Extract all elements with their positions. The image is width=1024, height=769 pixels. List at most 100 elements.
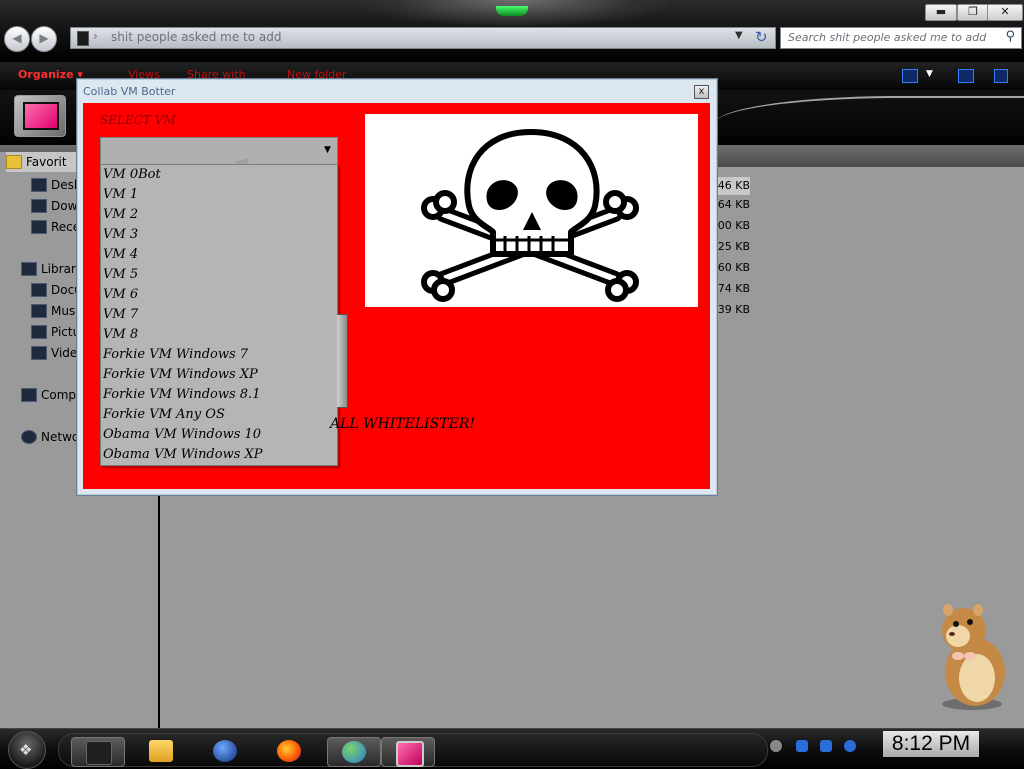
windows-logo-icon: ❖ — [19, 741, 33, 759]
file-size: 46 KB — [716, 177, 750, 195]
vm-option[interactable]: VM 3 — [103, 225, 138, 245]
hamster-gadget[interactable] — [930, 600, 1010, 712]
vm-option[interactable]: Forkie VM Windows 8.1 — [103, 385, 260, 405]
nav-label: Netwo — [41, 430, 80, 444]
nav-label: Comp — [41, 388, 77, 402]
vm-option[interactable]: Forkie VM Windows XP — [103, 365, 258, 385]
chevron-down-icon[interactable]: ▼ — [926, 69, 933, 79]
star-icon — [6, 155, 22, 169]
vm-option[interactable]: VM 1 — [103, 185, 138, 205]
vm-option[interactable]: VM 0Bot — [103, 165, 161, 185]
notification-area — [770, 737, 880, 759]
vm-option-list: VM 0Bot VM 1 VM 2 VM 3 VM 4 VM 5 VM 6 VM… — [100, 164, 338, 466]
help-icon[interactable] — [994, 69, 1008, 83]
chevron-right-icon[interactable]: › — [93, 29, 98, 43]
hamster-icon — [942, 604, 1005, 710]
taskbar-globe-button[interactable] — [199, 737, 251, 765]
address-path[interactable]: shit people asked me to add — [111, 30, 281, 44]
title-bar-indicator — [496, 6, 528, 16]
vm-option[interactable]: VM 6 — [103, 285, 138, 305]
whitelister-label: ALL WHITELISTER! — [330, 416, 475, 432]
vm-option[interactable]: Obama VM Windows 10 — [103, 425, 261, 445]
computer-icon — [21, 388, 37, 402]
vm-option[interactable]: VM 5 — [103, 265, 138, 285]
messenger-icon — [342, 741, 366, 763]
taskbar-firefox-button[interactable] — [263, 737, 315, 765]
dialog-body: SELECT VM ▼ ➤ VM 0Bot VM 1 VM 2 VM 3 VM … — [83, 103, 710, 489]
obscured-button[interactable] — [337, 314, 348, 408]
network-status-icon[interactable] — [796, 740, 808, 752]
taskbar-media-player-button[interactable] — [135, 737, 187, 765]
explorer-icon — [86, 741, 112, 765]
nav-label: Librari — [41, 262, 80, 276]
file-size: 64 KB — [717, 198, 750, 211]
back-button[interactable]: ◀ — [4, 26, 30, 52]
videos-icon — [31, 346, 47, 360]
taskbar-explorer-button[interactable] — [71, 737, 125, 767]
display-icon[interactable] — [820, 740, 832, 752]
taskbar-collab-vm-botter-button[interactable] — [381, 737, 435, 767]
search-icon[interactable]: ⚲ — [1005, 29, 1015, 44]
collab-vm-botter-window: Collab VM Botter x SELECT VM ▼ ➤ VM 0Bot… — [76, 78, 718, 496]
refresh-icon[interactable]: ↻ — [755, 28, 768, 46]
nav-label: Favorit — [26, 155, 67, 169]
view-options-icon[interactable] — [902, 69, 918, 83]
search-input[interactable] — [788, 31, 993, 44]
media-player-icon — [149, 740, 173, 762]
monitor-screen — [23, 102, 59, 130]
network-icon — [21, 430, 37, 444]
chevron-down-icon[interactable]: ▼ — [735, 30, 743, 41]
forward-button[interactable]: ▶ — [31, 26, 57, 52]
documents-icon — [31, 283, 47, 297]
vm-option[interactable]: VM 4 — [103, 245, 138, 265]
vm-select-dropdown[interactable]: ▼ ➤ — [100, 137, 338, 179]
file-size: 60 KB — [717, 261, 750, 274]
organize-label: Organize — [18, 68, 74, 81]
collab-vm-botter-icon — [396, 741, 424, 767]
address-bar[interactable]: › shit people asked me to add ▼ ↻ — [70, 27, 776, 49]
file-size: 25 KB — [717, 240, 750, 253]
vm-option[interactable]: VM 2 — [103, 205, 138, 225]
search-box[interactable]: ⚲ — [780, 27, 1022, 49]
desktop-icon — [31, 178, 47, 192]
nav-label: Musi — [51, 304, 79, 318]
file-size: 74 KB — [717, 282, 750, 295]
preview-pane-icon[interactable] — [958, 69, 974, 83]
start-button[interactable]: ❖ — [8, 731, 46, 769]
minimize-button[interactable]: ▬ — [925, 4, 957, 21]
firefox-icon — [277, 740, 301, 762]
vm-option[interactable]: Forkie VM Windows 7 — [103, 345, 248, 365]
downloads-icon — [31, 199, 47, 213]
close-button[interactable]: ✕ — [987, 4, 1023, 21]
volume-icon[interactable] — [844, 740, 856, 752]
globe-icon — [213, 740, 237, 762]
pictures-icon — [31, 325, 47, 339]
recent-places-icon — [31, 220, 47, 234]
taskbar-messenger-button[interactable] — [327, 737, 381, 767]
chevron-down-icon[interactable]: ▼ — [324, 145, 331, 155]
restore-button[interactable]: ❐ — [957, 4, 989, 21]
music-icon — [31, 304, 47, 318]
nav-label: Vide — [51, 346, 78, 360]
select-vm-label: SELECT VM — [100, 113, 176, 127]
skull-and-crossbones-image — [365, 114, 698, 307]
organize-button[interactable]: Organize ▾ — [18, 68, 83, 81]
monitor-icon — [14, 95, 66, 137]
libraries-icon — [21, 262, 37, 276]
dialog-title-bar[interactable]: Collab VM Botter x — [77, 79, 717, 103]
vm-option[interactable]: VM 8 — [103, 325, 138, 345]
dialog-title: Collab VM Botter — [83, 85, 176, 98]
taskbar: ❖ 8:12 PM — [0, 728, 1024, 769]
folder-icon — [77, 31, 89, 46]
vm-option[interactable]: VM 7 — [103, 305, 138, 325]
file-size: 39 KB — [717, 303, 750, 316]
taskbar-app-strip — [58, 733, 768, 767]
nav-label: Dow — [51, 199, 78, 213]
file-size: 00 KB — [717, 219, 750, 232]
clock[interactable]: 8:12 PM — [883, 731, 979, 757]
skull-and-crossbones-icon — [421, 129, 639, 302]
vm-option[interactable]: Obama VM Windows XP — [103, 445, 263, 465]
dialog-close-button[interactable]: x — [694, 85, 709, 99]
vm-option[interactable]: Forkie VM Any OS — [103, 405, 225, 425]
record-icon[interactable] — [770, 740, 782, 752]
